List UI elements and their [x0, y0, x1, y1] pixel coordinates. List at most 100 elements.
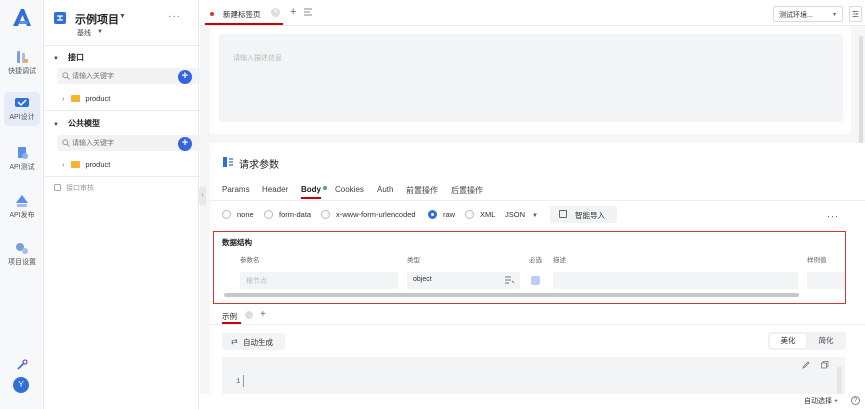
environment-settings-icon[interactable] — [849, 6, 862, 22]
chevron-down-icon[interactable]: ▼ — [97, 29, 103, 35]
request-params-card: 请求参数 Params Header Body Cookies Auth 前置操… — [210, 143, 865, 409]
radio-label: form-data — [279, 210, 312, 219]
radio-none[interactable]: none — [222, 210, 254, 219]
close-icon[interactable] — [245, 311, 253, 319]
description-placeholder: 请输入描述信息 — [233, 55, 282, 62]
radio-raw[interactable]: raw — [428, 210, 455, 219]
caret-down-icon: ▼ — [53, 122, 59, 128]
search-input[interactable] — [72, 70, 172, 82]
tree-item-product[interactable]: › product — [62, 160, 110, 169]
project-title[interactable]: 示例项目 — [75, 11, 119, 27]
param-name-field[interactable]: 根节点 — [240, 272, 398, 289]
search-input[interactable] — [72, 137, 172, 149]
column-header-description: 描述 — [553, 257, 566, 264]
column-header-example: 样例值 — [807, 257, 827, 264]
review-label: 接口审核 — [66, 185, 94, 192]
divider — [210, 324, 865, 325]
radio-circle-icon — [264, 210, 273, 219]
section-header-interfaces[interactable]: ▼ 接口 — [53, 52, 84, 63]
tab-params[interactable]: Params — [222, 185, 250, 194]
app-logo-icon[interactable] — [11, 7, 33, 27]
type-select[interactable]: object — [407, 272, 520, 289]
schema-title: 数据结构 — [222, 238, 252, 247]
branch-selector[interactable]: 基线 — [77, 28, 91, 38]
example-value-field[interactable] — [807, 272, 845, 289]
section-title: 公共模型 — [67, 119, 100, 128]
quick-debug-icon — [17, 51, 28, 63]
auto-select-label: 自动选择 — [804, 398, 832, 405]
add-model-button[interactable]: + — [178, 137, 192, 151]
description-field[interactable] — [553, 272, 798, 289]
rail-item-api-publish[interactable]: API发布 — [0, 190, 44, 226]
caret-down-icon: ▼ — [53, 56, 59, 62]
tab-cookies[interactable]: Cookies — [335, 185, 364, 194]
horizontal-scrollbar[interactable] — [224, 293, 799, 297]
add-interface-button[interactable]: + — [178, 70, 192, 84]
chevron-down-icon[interactable]: ▼ — [119, 13, 126, 20]
avatar[interactable]: Y — [13, 377, 29, 393]
more-options-button[interactable]: ··· — [827, 211, 839, 221]
chevron-down-icon: ▾ — [832, 12, 836, 18]
rail-item-project-settings[interactable]: 项目设置 — [0, 237, 44, 273]
description-input[interactable]: 请输入描述信息 — [219, 34, 843, 122]
tab-example[interactable]: 示例 — [222, 311, 237, 322]
radio-form-data[interactable]: form-data — [264, 210, 311, 219]
tools-icon[interactable] — [16, 359, 28, 371]
api-design-icon — [15, 98, 29, 107]
rail-item-label: API设计 — [9, 114, 35, 121]
auto-select-button[interactable]: 自动选择 + — [804, 396, 838, 406]
tab-post-ops[interactable]: 后置操作 — [451, 185, 483, 196]
add-tab-button[interactable]: + — [290, 6, 296, 18]
chevron-right-icon: › — [62, 96, 65, 103]
close-icon[interactable]: ✕ — [271, 8, 280, 17]
tab-list-icon[interactable] — [304, 8, 312, 16]
auto-generate-button[interactable]: ⇄ 自动生成 — [222, 333, 285, 350]
plus-icon: + — [833, 398, 839, 405]
project-settings-icon — [16, 243, 28, 254]
tab-header[interactable]: Header — [262, 185, 288, 194]
section-title: 接口 — [67, 53, 84, 62]
edit-icon[interactable] — [802, 361, 810, 369]
radio-label: x-www-form-urlencoded — [336, 210, 416, 219]
radio-xml[interactable]: XML — [465, 210, 495, 219]
api-publish-icon — [16, 195, 28, 207]
tree-item-product[interactable]: › product — [62, 94, 110, 103]
more-options-button[interactable]: ··· — [168, 11, 181, 22]
rail-item-api-test[interactable]: API测试 — [0, 142, 44, 178]
divider — [44, 45, 200, 46]
rail-item-api-design[interactable]: API设计 — [0, 92, 44, 128]
type-options-icon[interactable] — [505, 276, 514, 284]
tab-label: 新建标签页 — [223, 10, 261, 19]
tab-bar: 新建标签页 ✕ + 测试环境... ▾ — [200, 0, 865, 26]
tab-new[interactable]: 新建标签页 ✕ — [205, 3, 283, 25]
caret-down-icon: ▼ — [532, 213, 538, 219]
add-example-button[interactable]: + — [260, 309, 266, 320]
column-header-required: 必选 — [529, 257, 542, 264]
help-icon[interactable]: ? — [851, 396, 860, 405]
tab-body[interactable]: Body — [301, 185, 327, 194]
radio-circle-icon — [222, 210, 231, 219]
copy-icon[interactable] — [821, 361, 829, 369]
rail-item-label: 项目设置 — [8, 259, 36, 266]
tab-pre-ops[interactable]: 前置操作 — [406, 185, 438, 196]
radio-urlencoded[interactable]: x-www-form-urlencoded — [321, 210, 416, 219]
section-header-common-models[interactable]: ▼ 公共模型 — [53, 118, 100, 129]
rail-item-label: API发布 — [9, 212, 35, 219]
required-checkbox[interactable] — [531, 276, 540, 285]
unsaved-dot-icon — [210, 12, 214, 16]
tab-body-label: Body — [301, 185, 321, 194]
simplify-option[interactable]: 简化 — [808, 334, 844, 348]
environment-select[interactable]: 测试环境... ▾ — [773, 6, 843, 22]
project-icon — [54, 12, 66, 24]
collapse-sidebar-handle[interactable]: ‹ — [199, 187, 206, 205]
beautify-option[interactable]: 美化 — [770, 334, 806, 348]
param-name-placeholder: 根节点 — [246, 278, 267, 285]
format-select[interactable]: JSON ▼ — [505, 210, 538, 219]
rail-item-quick-debug[interactable]: 快捷调试 — [0, 46, 44, 82]
interface-review-item[interactable]: 接口审核 — [54, 183, 94, 193]
tab-auth[interactable]: Auth — [377, 185, 393, 194]
radio-label: none — [237, 210, 254, 219]
environment-label: 测试环境... — [779, 12, 813, 19]
smart-import-button[interactable]: 智能导入 — [550, 206, 617, 223]
tree-item-label: product — [85, 94, 111, 103]
